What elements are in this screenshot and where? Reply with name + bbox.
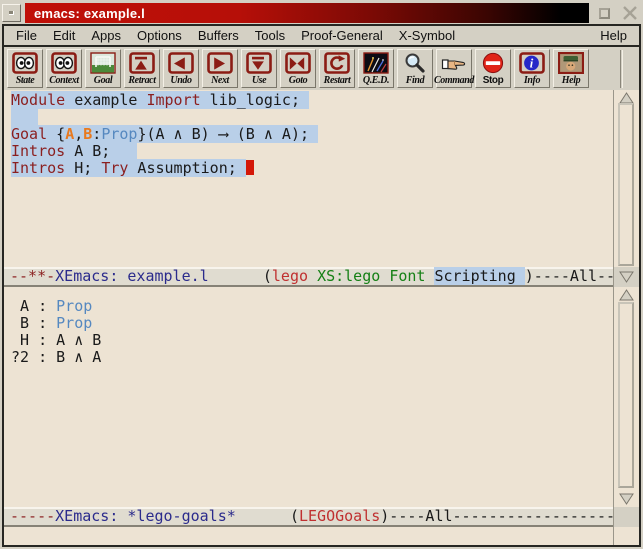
- buffer-line: Intros A B;: [11, 143, 613, 160]
- toolbar-button-label: Find: [406, 75, 424, 87]
- toolbar-button-label: Goto: [289, 75, 307, 87]
- frame: FileEditAppsOptionsBuffersToolsProof-Gen…: [2, 24, 641, 547]
- use-icon: [246, 51, 272, 75]
- toolbar-button-retract[interactable]: Retract: [124, 49, 160, 88]
- toolbar-button-label: Command: [434, 75, 474, 87]
- menu-item-apps[interactable]: Apps: [83, 26, 129, 45]
- svg-text:i: i: [530, 56, 534, 70]
- eyes-icon: [12, 51, 38, 75]
- toolbar-button-stop[interactable]: Stop: [475, 49, 511, 88]
- toolbar-button-label: Context: [49, 75, 78, 87]
- window-title: emacs: example.l: [34, 6, 145, 21]
- help-icon: [558, 51, 584, 75]
- menu-item-x-symbol[interactable]: X-Symbol: [391, 26, 463, 45]
- buffer-line: A : Prop: [11, 298, 613, 315]
- goto-icon: [285, 51, 311, 75]
- toolbar-button-use[interactable]: Use: [241, 49, 277, 88]
- command-icon: [441, 51, 467, 75]
- toolbar-button-qed[interactable]: Q.E.D.: [358, 49, 394, 88]
- maximize-icon: [599, 8, 610, 19]
- restart-icon: [324, 51, 350, 75]
- toolbar-button-label: State: [16, 75, 35, 87]
- text-cursor: [246, 160, 254, 175]
- toolbar-button-state[interactable]: State: [7, 49, 43, 88]
- menubar: FileEditAppsOptionsBuffersToolsProof-Gen…: [4, 26, 639, 47]
- toolbar-button-label: Use: [252, 75, 266, 87]
- titlebar: emacs: example.l: [2, 2, 641, 24]
- toolbar-button-help[interactable]: Help: [553, 49, 589, 88]
- buffer-line: [11, 109, 613, 126]
- buffer-line: Goal {A,B:Prop}(A ∧ B) ⟶ (B ∧ A);: [11, 126, 613, 143]
- modeline-goals: -----XEmacs: *lego-goals* (LEGOGoals)---…: [4, 507, 613, 527]
- info-icon: i: [519, 51, 545, 75]
- toolbar-button-label: Stop: [483, 75, 504, 87]
- undo-icon: [168, 51, 194, 75]
- modeline-script: --**-XEmacs: example.l (lego XS:lego Fon…: [4, 267, 613, 287]
- scroll-up-arrow-icon[interactable]: [619, 289, 634, 301]
- close-button[interactable]: [620, 4, 640, 22]
- minibuffer[interactable]: [4, 527, 613, 545]
- next-icon: [207, 51, 233, 75]
- retract-icon: [129, 51, 155, 75]
- menu-item-tools[interactable]: Tools: [247, 26, 293, 45]
- toolbar-divider: [620, 50, 623, 88]
- toolbar-button-label: Help: [562, 75, 580, 87]
- toolbar-button-undo[interactable]: Undo: [163, 49, 199, 88]
- find-icon: [402, 51, 428, 75]
- menu-item-edit[interactable]: Edit: [45, 26, 83, 45]
- window-menu-icon: [9, 11, 14, 15]
- goal-photo-icon: [90, 51, 116, 75]
- menu-item-help[interactable]: Help: [592, 26, 635, 45]
- buffer-line: Intros H; Try Assumption;: [11, 160, 613, 177]
- toolbar-button-find[interactable]: Find: [397, 49, 433, 88]
- toolbar-button-label: Q.E.D.: [363, 75, 389, 87]
- goals-buffer[interactable]: A : Prop B : Prop H : A ∧ B?2 : B ∧ A: [4, 287, 613, 507]
- scrollbar-gap: [614, 507, 639, 527]
- menubar-items: FileEditAppsOptionsBuffersToolsProof-Gen…: [8, 26, 463, 45]
- buffer-line: ?2 : B ∧ A: [11, 349, 613, 366]
- script-buffer[interactable]: Module example Import lib_logic; Goal {A…: [4, 90, 613, 267]
- buffer-line: H : A ∧ B: [11, 332, 613, 349]
- scroll-down-arrow-icon[interactable]: [619, 271, 634, 283]
- toolbar-button-command[interactable]: Command: [436, 49, 472, 88]
- toolbar-button-label: Restart: [324, 75, 351, 87]
- window-menu-button[interactable]: [2, 4, 21, 22]
- xemacs-window: emacs: example.l FileEditAppsOptionsBuff…: [0, 0, 643, 549]
- toolbar-button-info[interactable]: i Info: [514, 49, 550, 88]
- stop-icon: [480, 51, 506, 75]
- main-column: Module example Import lib_logic; Goal {A…: [4, 90, 613, 545]
- toolbar-button-label: Info: [524, 75, 540, 87]
- toolbar-button-goto[interactable]: Goto: [280, 49, 316, 88]
- toolbar-button-label: Goal: [94, 75, 112, 87]
- buffer-line: B : Prop: [11, 315, 613, 332]
- menu-item-proof-general[interactable]: Proof-General: [293, 26, 391, 45]
- scroll-down-arrow-icon[interactable]: [619, 493, 634, 505]
- toolbar-button-label: Undo: [170, 75, 191, 87]
- toolbar-button-restart[interactable]: Restart: [319, 49, 355, 88]
- toolbar-button-context[interactable]: Context: [46, 49, 82, 88]
- toolbar-button-label: Retract: [128, 75, 155, 87]
- buffer-line: Module example Import lib_logic;: [11, 92, 613, 109]
- menu-item-options[interactable]: Options: [129, 26, 190, 45]
- menu-item-buffers[interactable]: Buffers: [190, 26, 247, 45]
- qed-icon: [363, 51, 389, 75]
- toolbar-button-goal[interactable]: Goal: [85, 49, 121, 88]
- maximize-button[interactable]: [594, 4, 614, 22]
- scrollbar-thumb[interactable]: [618, 302, 634, 488]
- toolbar: State Context Goal Retract Undo Next Use Goto Re…: [4, 47, 639, 90]
- editor-body: Module example Import lib_logic; Goal {A…: [4, 90, 639, 545]
- close-icon: [622, 5, 638, 21]
- eyes-icon: [51, 51, 77, 75]
- scrollbar-column: [613, 90, 639, 545]
- scrollbar-thumb[interactable]: [618, 103, 634, 266]
- titlebar-gradient[interactable]: emacs: example.l: [25, 3, 589, 23]
- toolbar-button-label: Next: [211, 75, 229, 87]
- menu-item-file[interactable]: File: [8, 26, 45, 45]
- toolbar-button-next[interactable]: Next: [202, 49, 238, 88]
